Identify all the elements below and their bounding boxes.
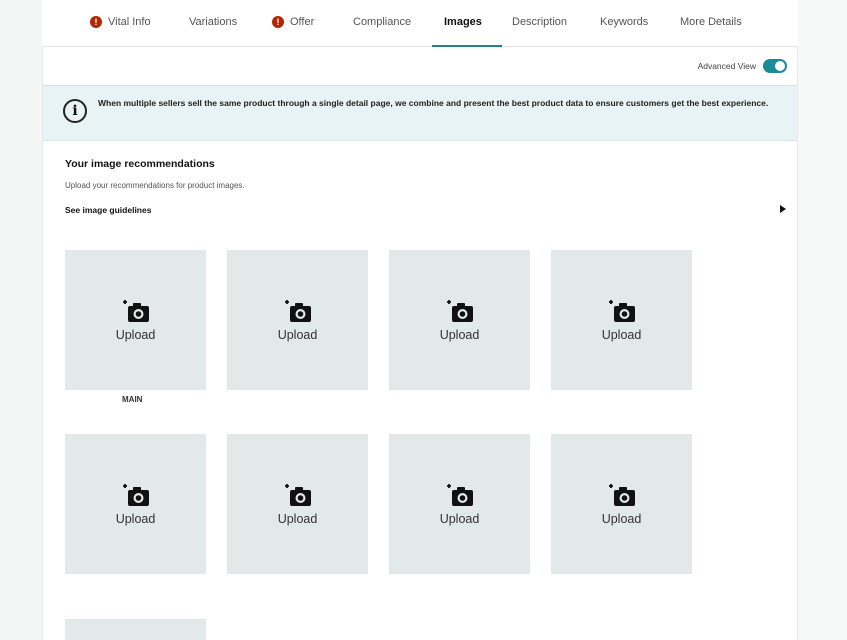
advanced-view-control: Advanced View xyxy=(698,59,787,73)
tab-label: Description xyxy=(512,16,568,28)
image-guidelines-link[interactable]: See image guidelines xyxy=(65,205,151,215)
add-photo-icon xyxy=(121,298,151,324)
tab-images[interactable]: Images xyxy=(432,16,502,47)
tab-label: Variations xyxy=(189,16,238,28)
add-photo-icon xyxy=(607,298,637,324)
banner-text: When multiple sellers sell the same prod… xyxy=(98,98,769,108)
tab-label: Images xyxy=(444,16,482,28)
tab-keywords[interactable]: Keywords xyxy=(600,16,648,47)
upload-label: Upload xyxy=(439,328,480,342)
section-title: Your image recommendations xyxy=(65,158,215,170)
upload-label: Upload xyxy=(115,328,156,342)
upload-label: Upload xyxy=(115,512,156,526)
add-photo-icon xyxy=(283,482,313,508)
tab-label: Offer xyxy=(290,16,315,28)
upload-tile[interactable]: Upload xyxy=(551,434,692,574)
upload-tile[interactable]: Upload xyxy=(551,250,692,390)
right-rail xyxy=(798,0,847,640)
images-panel: Advanced View i When multiple sellers se… xyxy=(42,47,798,640)
info-icon: i xyxy=(63,99,87,123)
main-image-caption: MAIN xyxy=(122,395,143,404)
tab-bar: ! Vital Info Variations ! Offer Complian… xyxy=(42,0,798,47)
upload-label: Upload xyxy=(601,512,642,526)
upload-tile[interactable]: Upload xyxy=(389,250,530,390)
tab-description[interactable]: Description xyxy=(512,16,567,47)
add-photo-icon xyxy=(445,482,475,508)
tab-compliance[interactable]: Compliance xyxy=(353,16,411,47)
tab-vital-info[interactable]: ! Vital Info xyxy=(90,16,151,47)
tab-label: Compliance xyxy=(353,16,412,28)
add-photo-icon xyxy=(607,482,637,508)
error-icon: ! xyxy=(272,16,284,28)
tab-offer[interactable]: ! Offer xyxy=(272,16,314,47)
upload-tile[interactable]: Upload xyxy=(227,250,368,390)
upload-label: Upload xyxy=(439,512,480,526)
expand-arrow-icon[interactable] xyxy=(780,205,786,213)
upload-label: Upload xyxy=(601,328,642,342)
advanced-view-label: Advanced View xyxy=(697,61,756,71)
upload-label: Upload xyxy=(277,512,318,526)
section-subtitle: Upload your recommendations for product … xyxy=(65,181,245,190)
upload-tile[interactable]: Upload xyxy=(227,434,368,574)
tab-variations[interactable]: Variations xyxy=(189,16,237,47)
upload-tile[interactable]: Upload xyxy=(65,434,206,574)
upload-tile-main[interactable]: Upload xyxy=(65,250,206,390)
tab-label: Keywords xyxy=(600,16,649,28)
error-icon: ! xyxy=(90,16,102,28)
tab-more-details[interactable]: More Details xyxy=(680,16,742,47)
left-rail xyxy=(0,0,42,640)
add-photo-icon xyxy=(283,298,313,324)
add-photo-icon xyxy=(121,482,151,508)
upload-tile[interactable]: Upload xyxy=(389,434,530,574)
tab-label: More Details xyxy=(680,16,742,28)
upload-tile-partial[interactable] xyxy=(65,619,206,640)
add-photo-icon xyxy=(445,298,475,324)
advanced-view-toggle[interactable] xyxy=(763,59,787,73)
upload-label: Upload xyxy=(277,328,318,342)
info-banner: i When multiple sellers sell the same pr… xyxy=(43,85,797,141)
tab-label: Vital Info xyxy=(108,16,151,28)
